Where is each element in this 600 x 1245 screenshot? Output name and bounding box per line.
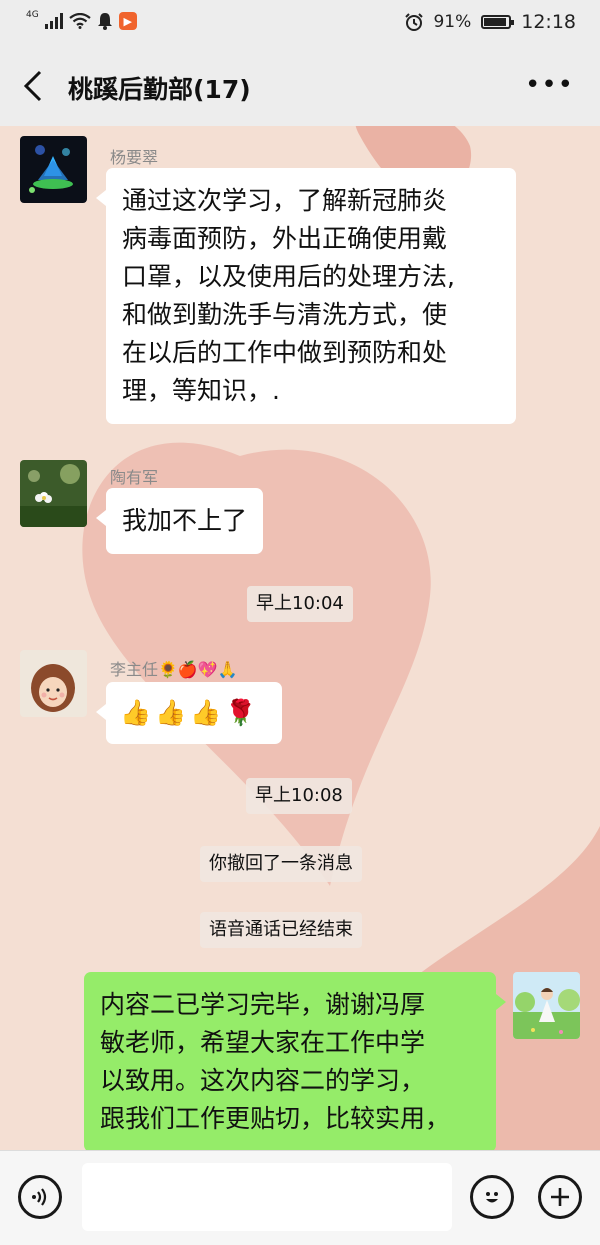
message-line: 敏老师，希望大家在工作中学 xyxy=(100,1028,426,1057)
clock-time: 12:18 xyxy=(521,11,576,33)
message-bubble[interactable]: 我加不上了 xyxy=(95,488,264,554)
message-line: 口罩，以及使用后的处理方法, xyxy=(122,262,455,291)
battery-icon xyxy=(481,15,515,29)
app-notification-icon: ▶ xyxy=(118,12,137,30)
message-line: 我加不上了 xyxy=(122,506,248,535)
status-right: 91% 12:18 xyxy=(405,11,576,33)
message-bubble[interactable]: 通过这次学习，了解新冠肺炎 病毒面预防，外出正确使用戴 口罩，以及使用后的处理方… xyxy=(96,168,516,424)
timestamp: 早上10:08 xyxy=(246,778,352,814)
message-line: 内容二已学习完毕，谢谢冯厚 xyxy=(100,990,426,1019)
emoji-face-icon[interactable] xyxy=(470,1175,514,1219)
thumbs-up-icon: 👍 xyxy=(155,698,187,727)
flower-avatar xyxy=(20,460,87,527)
more-dots-icon[interactable]: ••• xyxy=(525,70,574,100)
chat-title: 桃蹊后勤部(17) xyxy=(68,75,251,104)
status-bar: 4G ▶ 91% 12:18 xyxy=(0,0,600,46)
wifi-icon xyxy=(69,13,91,29)
message-input[interactable] xyxy=(82,1163,452,1231)
input-bar xyxy=(0,1150,600,1245)
avatar[interactable] xyxy=(20,460,87,527)
avatar[interactable] xyxy=(20,650,87,717)
notification-bell-icon xyxy=(97,13,112,30)
voice-input-icon[interactable] xyxy=(18,1175,62,1219)
message-line: 通过这次学习，了解新冠肺炎 xyxy=(122,186,448,215)
thumbs-up-icon: 👍 xyxy=(190,698,222,727)
battery-fill xyxy=(484,18,507,26)
signal-icon xyxy=(44,13,63,29)
system-message: 语音通话已经结束 xyxy=(200,912,362,948)
avatar[interactable] xyxy=(20,136,87,203)
timestamp: 早上10:04 xyxy=(247,586,353,622)
sender-name: 陶有军 xyxy=(110,468,159,487)
message-line: 在以后的工作中做到预防和处 xyxy=(122,338,448,367)
self-message-bubble[interactable]: 内容二已学习完毕，谢谢冯厚 敏老师，希望大家在工作中学 以致用。这次内容二的学习… xyxy=(84,972,506,1150)
message-line: 病毒面预防，外出正确使用戴 xyxy=(122,224,448,253)
rose-icon: 🌹 xyxy=(225,698,257,727)
plus-glyph xyxy=(551,1188,569,1206)
message-line: 和做到勤洗手与清洗方式，使 xyxy=(122,300,448,329)
alarm-icon xyxy=(405,13,424,31)
thumbs-up-icon: 👍 xyxy=(120,698,152,727)
chevron-left-icon[interactable] xyxy=(18,68,50,104)
emoji-row: 👍 👍 👍 🌹 xyxy=(120,694,268,732)
message-line: 理，等知识，. xyxy=(122,376,280,405)
plus-circle-icon[interactable] xyxy=(538,1175,582,1219)
message-line: 以致用。这次内容二的学习， xyxy=(100,1066,426,1095)
message-bubble[interactable]: 👍 👍 👍 🌹 xyxy=(96,682,282,744)
cartoon-girl-avatar xyxy=(20,650,87,717)
battery-percent: 91% xyxy=(433,12,472,32)
smiley-glyph xyxy=(486,1192,498,1203)
voice-waves-glyph xyxy=(32,1188,47,1206)
sender-name: 李主任🌻🍎💖🙏 xyxy=(110,660,238,679)
system-message: 你撤回了一条消息 xyxy=(200,846,362,882)
self-avatar[interactable] xyxy=(513,972,580,1039)
lotus-lantern-avatar xyxy=(20,136,87,203)
chat-message-list[interactable]: 杨要翠 通过这次学习，了解新冠肺炎 病毒面预防，外出正确使用戴 口罩，以及使用后… xyxy=(0,126,600,1150)
message-line: 跟我们工作更贴切，比较实用， xyxy=(100,1104,451,1133)
chat-header: 桃蹊后勤部(17) ••• xyxy=(0,46,600,127)
status-left: 4G ▶ xyxy=(26,10,137,30)
sender-name: 杨要翠 xyxy=(110,148,159,167)
girl-in-field-avatar xyxy=(513,972,580,1039)
network-type-label: 4G xyxy=(26,10,39,20)
